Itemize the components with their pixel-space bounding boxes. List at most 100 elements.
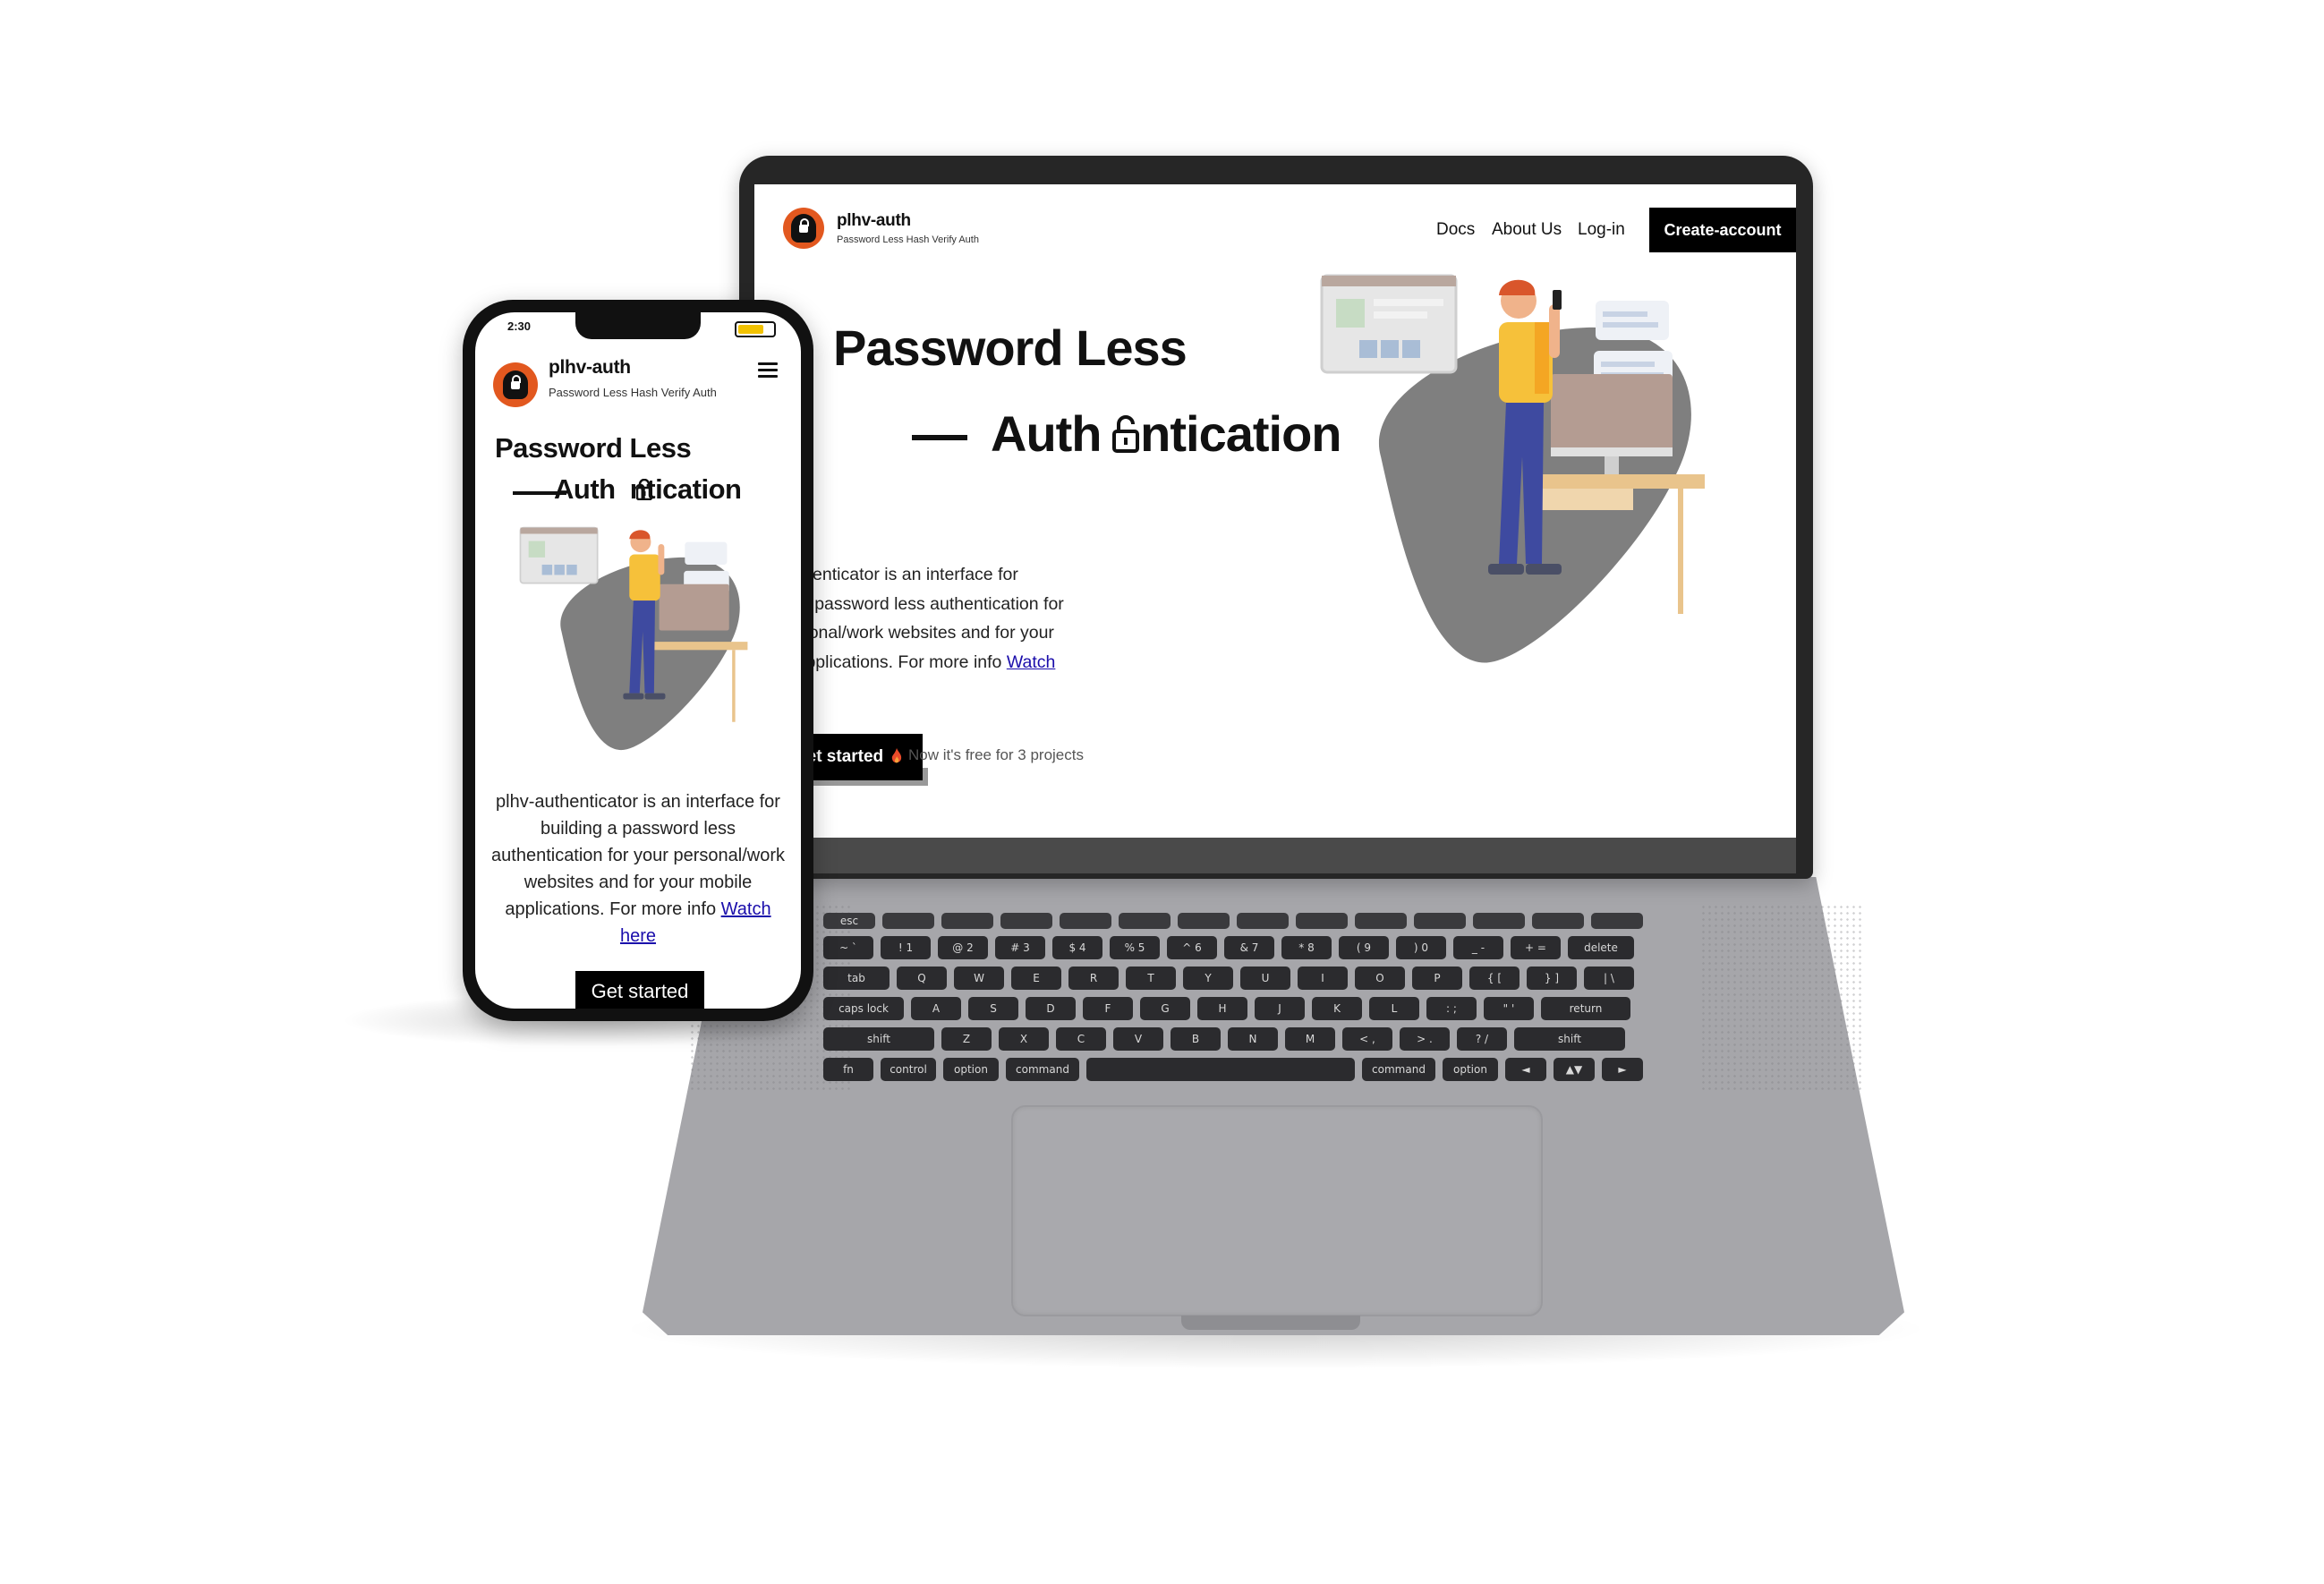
key-f3[interactable] xyxy=(1000,913,1052,929)
key-row1-5[interactable]: % 5 xyxy=(1110,936,1160,959)
key-row2-1[interactable]: Q xyxy=(897,967,947,990)
key-row5-6[interactable]: option xyxy=(1443,1058,1498,1081)
key-row2-8[interactable]: I xyxy=(1298,967,1348,990)
key-row4-10[interactable]: ? / xyxy=(1457,1027,1507,1051)
function-key-row: esc xyxy=(823,913,1718,929)
key-f5[interactable] xyxy=(1119,913,1171,929)
key-row1-7[interactable]: & 7 xyxy=(1224,936,1274,959)
key-row5-7[interactable]: ◄ xyxy=(1505,1058,1546,1081)
key-row3-9[interactable]: L xyxy=(1369,997,1419,1020)
key-f1[interactable] xyxy=(882,913,934,929)
key-row1-2[interactable]: @ 2 xyxy=(938,936,988,959)
key-row4-8[interactable]: < , xyxy=(1342,1027,1392,1051)
key-row5-1[interactable]: control xyxy=(881,1058,936,1081)
key-row2-0[interactable]: tab xyxy=(823,967,890,990)
key-row1-12[interactable]: + = xyxy=(1511,936,1561,959)
key-row1-6[interactable]: ^ 6 xyxy=(1167,936,1217,959)
laptop-screen-chin xyxy=(754,838,1796,873)
key-row4-5[interactable]: B xyxy=(1171,1027,1221,1051)
create-account-button[interactable]: Create-account xyxy=(1649,208,1796,252)
key-row3-2[interactable]: S xyxy=(968,997,1018,1020)
battery-icon xyxy=(735,321,776,337)
key-row2-3[interactable]: E xyxy=(1011,967,1061,990)
free-projects-text: Now it's free for 3 projects xyxy=(908,746,1084,763)
brand-name[interactable]: plhv-auth xyxy=(837,211,911,231)
nav-docs[interactable]: Docs xyxy=(1436,220,1475,240)
key-f2[interactable] xyxy=(941,913,993,929)
key-row1-3[interactable]: # 3 xyxy=(995,936,1045,959)
brand-name[interactable]: plhv-auth xyxy=(549,357,631,379)
key-row1-13[interactable]: delete xyxy=(1568,936,1634,959)
key-row5-4[interactable] xyxy=(1086,1058,1355,1081)
key-row3-11[interactable]: " ' xyxy=(1484,997,1534,1020)
logo[interactable] xyxy=(493,362,538,407)
key-row4-3[interactable]: C xyxy=(1056,1027,1106,1051)
brand-tagline: Password Less Hash Verify Auth xyxy=(549,386,717,399)
key-row3-10[interactable]: : ; xyxy=(1426,997,1477,1020)
fire-icon xyxy=(891,747,902,762)
key-row2-2[interactable]: W xyxy=(954,967,1004,990)
key-row5-3[interactable]: command xyxy=(1006,1058,1079,1081)
key-row2-13[interactable]: | \ xyxy=(1584,967,1634,990)
key-row3-8[interactable]: K xyxy=(1312,997,1362,1020)
key-row3-5[interactable]: G xyxy=(1140,997,1190,1020)
key-row3-6[interactable]: H xyxy=(1197,997,1247,1020)
key-row2-5[interactable]: T xyxy=(1126,967,1176,990)
key-row3-12[interactable]: return xyxy=(1541,997,1630,1020)
key-f6[interactable] xyxy=(1178,913,1230,929)
key-row4-1[interactable]: Z xyxy=(941,1027,992,1051)
key-f12[interactable] xyxy=(1532,913,1584,929)
key-row2-4[interactable]: R xyxy=(1068,967,1119,990)
hero-description: plhv-authenticator is an interface for b… xyxy=(486,788,790,950)
key-power[interactable] xyxy=(1591,913,1643,929)
key-row1-11[interactable]: _ - xyxy=(1453,936,1503,959)
key-f11[interactable] xyxy=(1473,913,1525,929)
nav-login[interactable]: Log-in xyxy=(1578,220,1625,240)
key-row5-8[interactable]: ▲▼ xyxy=(1554,1058,1595,1081)
number-key-row: ~ ` ! 1 @ 2 # 3 $ 4 % 5 ^ 6 & 7 * 8 ( 9 ) 0 _ - + = d… xyxy=(823,936,1718,959)
key-f7[interactable] xyxy=(1237,913,1289,929)
key-row5-2[interactable]: option xyxy=(943,1058,999,1081)
key-row4-7[interactable]: M xyxy=(1285,1027,1335,1051)
key-row1-8[interactable]: * 8 xyxy=(1281,936,1332,959)
key-row2-7[interactable]: U xyxy=(1240,967,1290,990)
key-row2-11[interactable]: { [ xyxy=(1469,967,1520,990)
key-row2-6[interactable]: Y xyxy=(1183,967,1233,990)
key-f9[interactable] xyxy=(1355,913,1407,929)
get-started-button[interactable]: Get started xyxy=(575,971,704,1009)
key-row2-10[interactable]: P xyxy=(1412,967,1462,990)
key-esc[interactable]: esc xyxy=(823,913,875,929)
key-row5-5[interactable]: command xyxy=(1362,1058,1435,1081)
key-row1-9[interactable]: ( 9 xyxy=(1339,936,1389,959)
key-row4-9[interactable]: > . xyxy=(1400,1027,1450,1051)
key-f10[interactable] xyxy=(1414,913,1466,929)
key-row3-7[interactable]: J xyxy=(1255,997,1305,1020)
hamburger-menu-icon[interactable] xyxy=(758,362,778,379)
key-row5-9[interactable]: ► xyxy=(1602,1058,1643,1081)
bottom-key-row: fn control option command command option ◄ ▲▼ ► xyxy=(823,1058,1718,1081)
key-row1-10[interactable]: ) 0 xyxy=(1396,936,1446,959)
unlock-icon xyxy=(636,479,652,500)
key-row4-11[interactable]: shift xyxy=(1514,1027,1625,1051)
key-row5-0[interactable]: fn xyxy=(823,1058,873,1081)
key-row4-6[interactable]: N xyxy=(1228,1027,1278,1051)
key-f4[interactable] xyxy=(1060,913,1111,929)
key-row2-9[interactable]: O xyxy=(1355,967,1405,990)
key-row1-1[interactable]: ! 1 xyxy=(881,936,931,959)
key-row3-1[interactable]: A xyxy=(911,997,961,1020)
nav-about-us[interactable]: About Us xyxy=(1492,220,1562,240)
key-row1-4[interactable]: $ 4 xyxy=(1052,936,1102,959)
key-row3-3[interactable]: D xyxy=(1026,997,1076,1020)
key-row4-2[interactable]: X xyxy=(999,1027,1049,1051)
logo[interactable] xyxy=(783,208,824,249)
key-row4-4[interactable]: V xyxy=(1113,1027,1163,1051)
hero-heading-line1: Password Less xyxy=(495,432,692,464)
key-row2-12[interactable]: } ] xyxy=(1527,967,1577,990)
key-row1-0[interactable]: ~ ` xyxy=(823,936,873,959)
hero-heading-line1: Password Less xyxy=(833,319,1188,376)
watch-here-link[interactable]: Watch xyxy=(1007,652,1056,672)
trackpad[interactable] xyxy=(1011,1105,1543,1316)
hero-illustration xyxy=(1320,274,1705,663)
key-f8[interactable] xyxy=(1296,913,1348,929)
key-row3-4[interactable]: F xyxy=(1083,997,1133,1020)
